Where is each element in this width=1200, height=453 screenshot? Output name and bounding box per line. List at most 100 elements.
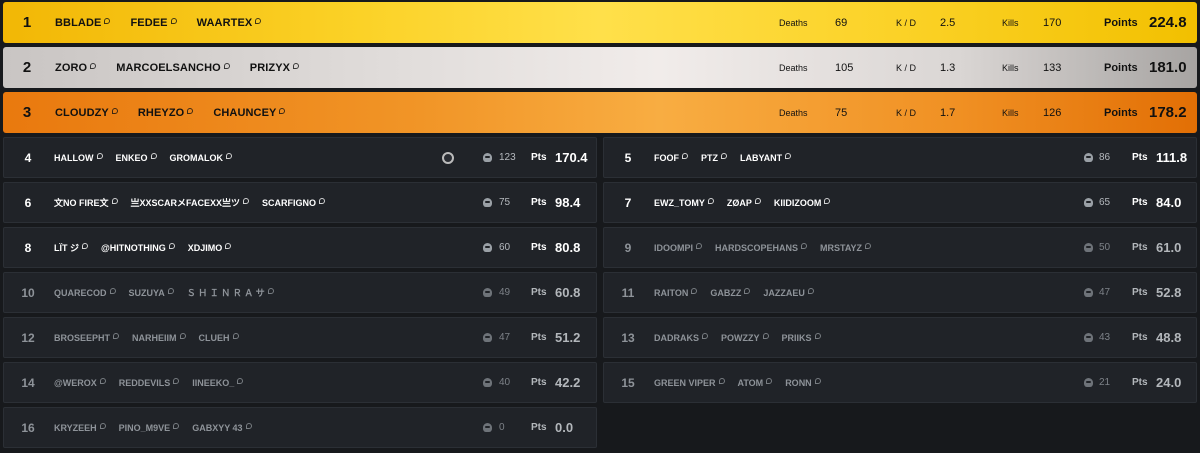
player-name[interactable]: SCARFIGNO [262,196,326,209]
player-name[interactable]: FOOF [654,152,688,163]
leaderboard-card-7[interactable]: 7 EWZ_TOMY ZØAP KIIDIZOOM 65 Pts 84.0 [603,182,1197,223]
kills-value: 21 [1099,377,1111,388]
points-label: Points [1104,61,1138,74]
points-label: Pts [531,422,547,433]
player-name-text: DADRAKS [654,332,699,343]
player-name[interactable]: MARCOELSANCHO [116,62,230,74]
skull-icon [1084,333,1093,342]
player-name[interactable]: RHEYZO [138,107,194,119]
points-label: Pts [1132,152,1148,163]
player-name[interactable]: BROSEEPHT [54,332,120,343]
kills-value: 50 [1099,242,1111,253]
kills-value: 133 [1043,61,1062,74]
player-name[interactable]: LÏT ジ [54,241,88,254]
player-name[interactable]: RAITON [654,287,698,298]
leaderboard-card-6[interactable]: 6 文NO FIRE文 亗XXSCARメFACEXX亗ツ SCARFIGNO 7… [3,182,597,223]
tag-icon [718,377,725,384]
tag-icon [744,287,751,294]
player-name[interactable]: BBLADE [55,17,111,29]
player-name[interactable]: FEDEE [130,17,177,29]
player-name[interactable]: PTZ [701,152,727,163]
player-name-text: PTZ [701,152,718,163]
player-name[interactable]: GABXYY 43 [192,422,252,433]
player-name[interactable]: PRIIKS [782,332,821,343]
player-name[interactable]: QUARECOD [54,286,116,299]
tag-icon [702,332,708,339]
rank-number: 10 [21,285,35,300]
rank-number: 13 [621,330,635,345]
leaderboard-card-14[interactable]: 14 @WEROX REDDEVILS IINEEKO_ 40 Pts 42.2 [3,362,597,403]
player-name[interactable]: IINEEKO_ [192,377,244,388]
player-name[interactable]: EWZ_TOMY [654,197,714,208]
player-name[interactable]: IDOOMPI [654,242,703,253]
leaderboard-card-4[interactable]: 4 HALLOW ENKEO GROMALOK 123 Pts 170.4 [3,137,597,178]
player-name[interactable]: LABYANT [740,152,792,163]
points-label: Pts [1132,242,1148,253]
leaderboard-card-13[interactable]: 13 DADRAKS POWZZY PRIIKS 43 Pts 48.8 [603,317,1197,358]
player-name[interactable]: HALLOW [54,152,103,163]
player-name[interactable]: ENKEO [116,152,157,163]
leaderboard-row-2[interactable]: 2 ZORO MARCOELSANCHO PRIZYX Deaths 105 K… [3,47,1197,88]
player-name[interactable]: NARHEIIM [132,332,186,343]
player-name[interactable]: CHAUNCEY [213,107,286,119]
player-name[interactable]: ZØAP [727,197,761,208]
player-name[interactable]: KIIDIZOOM [774,197,831,208]
player-name[interactable]: PINO_M9VE [118,422,180,433]
skull-icon [483,153,492,162]
player-name[interactable]: PRIZYX [250,62,300,74]
tag-icon [104,17,111,24]
leaderboard-card-12[interactable]: 12 BROSEEPHT NARHEIIM CLUEH 47 Pts 51.2 [3,317,597,358]
leaderboard-card-10[interactable]: 10 QUARECOD SUZUYA Ｓ Ｈ Ｉ Ｎ Ｒ Ａ サ 49 Pts … [3,272,597,313]
player-name[interactable]: RONN [785,377,821,388]
rank-number: 7 [624,195,632,210]
tag-icon [90,62,97,69]
player-name[interactable]: POWZZY [721,332,769,343]
player-name[interactable]: GABZZ [710,287,751,298]
team-players: KRYZEEH PINO_M9VE GABXYY 43 [54,422,252,433]
player-name[interactable]: DADRAKS [654,332,708,343]
player-name[interactable]: GREEN VIPER [654,377,725,388]
leaderboard-card-5[interactable]: 5 FOOF PTZ LABYANT 86 Pts 111.8 [603,137,1197,178]
team-players: QUARECOD SUZUYA Ｓ Ｈ Ｉ Ｎ Ｒ Ａ サ [54,286,274,299]
player-name[interactable]: CLOUDZY [55,107,118,119]
player-name[interactable]: JAZZAEU [763,287,814,298]
player-name[interactable]: GROMALOK [170,152,233,163]
team-players: DADRAKS POWZZY PRIIKS [654,332,821,343]
badge-icon [442,151,454,164]
leaderboard-row-1[interactable]: 1 BBLADE FEDEE WAARTEX Deaths 69 K / D 2… [3,2,1197,43]
player-name[interactable]: MRSTAYZ [820,242,872,253]
player-name[interactable]: WAARTEX [197,17,262,29]
tag-icon [814,377,821,384]
player-name[interactable]: KRYZEEH [54,422,106,433]
player-name-text: POWZZY [721,332,760,343]
player-name[interactable]: ZORO [55,62,97,74]
player-name[interactable]: SUZUYA [129,286,174,299]
points-label: Pts [531,287,547,298]
leaderboard-card-16[interactable]: 16 KRYZEEH PINO_M9VE GABXYY 43 0 Pts 0.0 [3,407,597,448]
rank-number: 5 [624,150,632,165]
tag-icon [707,197,714,204]
team-players: @WEROX REDDEVILS IINEEKO_ [54,377,244,388]
leaderboard-card-11[interactable]: 11 RAITON GABZZ JAZZAEU 47 Pts 52.8 [603,272,1197,313]
player-name[interactable]: Ｓ Ｈ Ｉ Ｎ Ｒ Ａ サ [187,286,274,299]
player-name[interactable]: 亗XXSCARメFACEXX亗ツ [131,196,250,209]
player-name[interactable]: @WEROX [54,377,106,388]
points-value: 178.2 [1149,104,1187,121]
leaderboard-card-15[interactable]: 15 GREEN VIPER ATOM RONN 21 Pts 24.0 [603,362,1197,403]
player-name-text: 文NO FIRE文 [54,198,109,208]
tag-icon [696,242,703,249]
player-name[interactable]: XDJIMO [188,241,232,254]
tag-icon [721,152,727,159]
player-name[interactable]: HARDSCOPEHANS [715,242,808,253]
player-name[interactable]: CLUEH [199,332,239,343]
player-name-text: PINO_M9VE [118,422,171,433]
tag-icon [807,287,814,294]
player-name[interactable]: 文NO FIRE文 [54,196,118,209]
leaderboard-row-3[interactable]: 3 CLOUDZY RHEYZO CHAUNCEY Deaths 75 K / … [3,92,1197,133]
player-name[interactable]: @HITNOTHING [101,241,175,254]
player-name[interactable]: ATOM [738,377,773,388]
leaderboard-card-8[interactable]: 8 LÏT ジ @HITNOTHING XDJIMO 60 Pts 80.8 [3,227,597,268]
player-name[interactable]: REDDEVILS [119,377,180,388]
leaderboard-card-9[interactable]: 9 IDOOMPI HARDSCOPEHANS MRSTAYZ 50 Pts 6… [603,227,1197,268]
tag-icon [167,287,174,294]
